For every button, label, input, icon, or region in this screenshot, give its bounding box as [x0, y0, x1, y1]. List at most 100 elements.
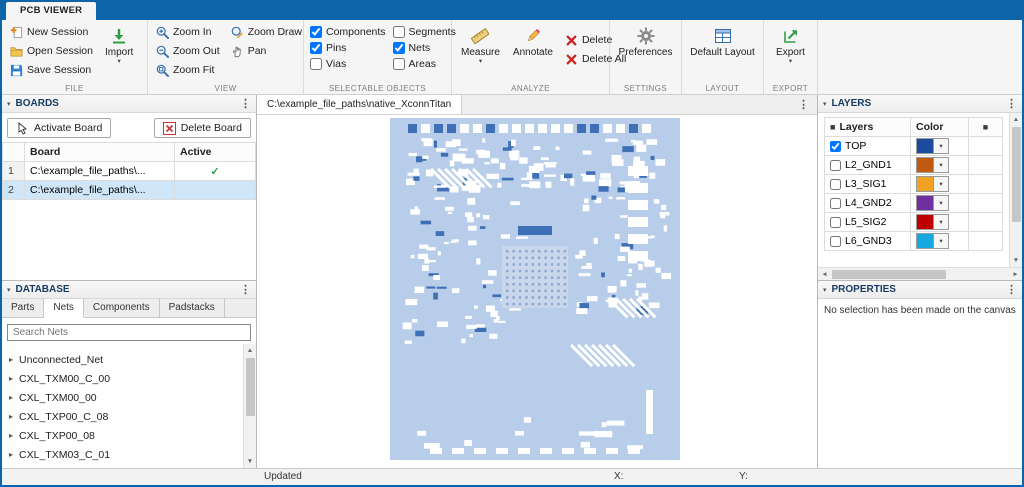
- pins-checkbox[interactable]: [310, 42, 322, 54]
- properties-menu-icon[interactable]: ⋮: [1006, 283, 1017, 296]
- areas-checkbox[interactable]: [393, 58, 405, 70]
- vias-checkbox-row[interactable]: Vias: [310, 58, 386, 70]
- preferences-button[interactable]: Preferences: [616, 24, 676, 80]
- scroll-thumb[interactable]: [246, 358, 255, 416]
- expand-icon[interactable]: ▸: [9, 393, 13, 402]
- tab-parts[interactable]: Parts: [2, 299, 44, 317]
- net-list-item[interactable]: ▸CXL_TXM00_00: [2, 388, 243, 407]
- areas-checkbox-row[interactable]: Areas: [393, 58, 456, 70]
- layer-top-color-control[interactable]: ▾: [916, 138, 949, 154]
- zoom-in-button[interactable]: Zoom In: [154, 24, 222, 40]
- net-list-item[interactable]: ▸CXL_TXM03_C_01: [2, 445, 243, 464]
- color-dropdown-icon[interactable]: ▾: [933, 196, 948, 210]
- pcb-canvas[interactable]: [257, 115, 817, 468]
- layers-collapse-icon[interactable]: ▾: [823, 100, 827, 108]
- layer-l5-color-control[interactable]: ▾: [916, 214, 949, 230]
- expand-icon[interactable]: ▸: [9, 412, 13, 421]
- layer-row-l3-sig1[interactable]: L3_SIG1 ▾: [825, 175, 1003, 194]
- layer-l4-checkbox[interactable]: [830, 198, 841, 209]
- layer-l2-checkbox[interactable]: [830, 160, 841, 171]
- export-button[interactable]: Export ▾: [773, 24, 808, 80]
- boards-menu-icon[interactable]: ⋮: [240, 97, 251, 110]
- default-layout-button[interactable]: Default Layout: [687, 24, 758, 80]
- measure-button[interactable]: Measure ▾: [458, 24, 503, 80]
- expand-icon[interactable]: ▸: [9, 431, 13, 440]
- vias-checkbox[interactable]: [310, 58, 322, 70]
- annotate-button[interactable]: Annotate: [510, 24, 556, 80]
- layer-l3-color-control[interactable]: ▾: [916, 176, 949, 192]
- net-list-item[interactable]: ▸CXL_TXP00_C_08: [2, 407, 243, 426]
- activate-board-button[interactable]: Activate Board: [7, 118, 111, 138]
- layer-l5-swatch[interactable]: [917, 215, 933, 229]
- layer-row-l2-gnd1[interactable]: L2_GND1 ▾: [825, 156, 1003, 175]
- layer-l5-checkbox[interactable]: [830, 217, 841, 228]
- layer-l3-checkbox[interactable]: [830, 179, 841, 190]
- scroll-down-icon[interactable]: ▼: [244, 455, 257, 468]
- document-tabbar-menu-icon[interactable]: ⋮: [790, 95, 817, 114]
- color-dropdown-icon[interactable]: ▾: [933, 158, 948, 172]
- expand-icon[interactable]: ▸: [9, 374, 13, 383]
- net-list-item[interactable]: ▸CXL_TXM00_C_00: [2, 369, 243, 388]
- scroll-thumb[interactable]: [832, 270, 946, 279]
- layer-l2-color-control[interactable]: ▾: [916, 157, 949, 173]
- layer-top-swatch[interactable]: [917, 139, 933, 153]
- nets-list-scrollbar[interactable]: ▲ ▼: [243, 344, 256, 468]
- new-session-button[interactable]: New Session: [8, 24, 95, 40]
- import-button[interactable]: Import ▾: [102, 24, 136, 80]
- layer-l6-color-control[interactable]: ▾: [916, 233, 949, 249]
- scroll-left-icon[interactable]: ◄: [818, 271, 831, 278]
- layer-l6-swatch[interactable]: [917, 234, 933, 248]
- nets-checkbox-row[interactable]: Nets: [393, 42, 456, 54]
- layer-l3-swatch[interactable]: [917, 177, 933, 191]
- components-checkbox[interactable]: [310, 26, 322, 38]
- board-row-1[interactable]: 1 C:\example_file_paths\... ✓: [3, 162, 256, 181]
- database-collapse-icon[interactable]: ▾: [7, 286, 11, 294]
- layers-vertical-scrollbar[interactable]: ▲ ▼: [1009, 113, 1022, 267]
- pcb-board[interactable]: [390, 118, 680, 460]
- scroll-right-icon[interactable]: ►: [1009, 271, 1022, 278]
- open-session-button[interactable]: Open Session: [8, 43, 95, 59]
- tab-components[interactable]: Components: [84, 299, 160, 317]
- layer-row-top[interactable]: TOP ▾: [825, 137, 1003, 156]
- document-tab[interactable]: C:\example_file_paths\native_XconnTitan: [257, 95, 462, 114]
- net-list-item[interactable]: ▸CXL_TXP00_08: [2, 426, 243, 445]
- layer-l2-swatch[interactable]: [917, 158, 933, 172]
- net-list-item[interactable]: ▸Unconnected_Net: [2, 350, 243, 369]
- segments-checkbox-row[interactable]: Segments: [393, 26, 456, 38]
- layer-top-checkbox[interactable]: [830, 141, 841, 152]
- layer-l4-color-control[interactable]: ▾: [916, 195, 949, 211]
- board-row-2[interactable]: 2 C:\example_file_paths\...: [3, 181, 256, 200]
- color-dropdown-icon[interactable]: ▾: [933, 139, 948, 153]
- layer-row-l6-gnd3[interactable]: L6_GND3 ▾: [825, 232, 1003, 251]
- layer-row-l5-sig2[interactable]: L5_SIG2 ▾: [825, 213, 1003, 232]
- components-checkbox-row[interactable]: Components: [310, 26, 386, 38]
- pan-button[interactable]: Pan: [229, 43, 304, 59]
- scroll-thumb[interactable]: [1012, 127, 1021, 222]
- nets-checkbox[interactable]: [393, 42, 405, 54]
- color-dropdown-icon[interactable]: ▾: [933, 234, 948, 248]
- tab-pcb-viewer[interactable]: PCB VIEWER: [6, 2, 96, 20]
- save-session-button[interactable]: Save Session: [8, 62, 95, 78]
- scroll-down-icon[interactable]: ▼: [1010, 254, 1023, 267]
- layer-l6-checkbox[interactable]: [830, 236, 841, 247]
- scroll-up-icon[interactable]: ▲: [244, 344, 257, 357]
- color-dropdown-icon[interactable]: ▾: [933, 215, 948, 229]
- search-nets-input[interactable]: [7, 324, 251, 341]
- layers-menu-icon[interactable]: ⋮: [1006, 97, 1017, 110]
- delete-board-button[interactable]: Delete Board: [154, 118, 251, 138]
- database-menu-icon[interactable]: ⋮: [240, 283, 251, 296]
- boards-collapse-icon[interactable]: ▾: [7, 100, 11, 108]
- scroll-up-icon[interactable]: ▲: [1010, 113, 1023, 126]
- pins-checkbox-row[interactable]: Pins: [310, 42, 386, 54]
- tab-nets[interactable]: Nets: [44, 299, 84, 318]
- properties-collapse-icon[interactable]: ▾: [823, 286, 827, 294]
- segments-checkbox[interactable]: [393, 26, 405, 38]
- color-dropdown-icon[interactable]: ▾: [933, 177, 948, 191]
- zoom-fit-button[interactable]: Zoom Fit: [154, 62, 222, 78]
- zoom-out-button[interactable]: Zoom Out: [154, 43, 222, 59]
- layer-row-l4-gnd2[interactable]: L4_GND2 ▾: [825, 194, 1003, 213]
- layer-l4-swatch[interactable]: [917, 196, 933, 210]
- zoom-draw-button[interactable]: Zoom Draw: [229, 24, 304, 40]
- tab-padstacks[interactable]: Padstacks: [160, 299, 225, 317]
- expand-icon[interactable]: ▸: [9, 450, 13, 459]
